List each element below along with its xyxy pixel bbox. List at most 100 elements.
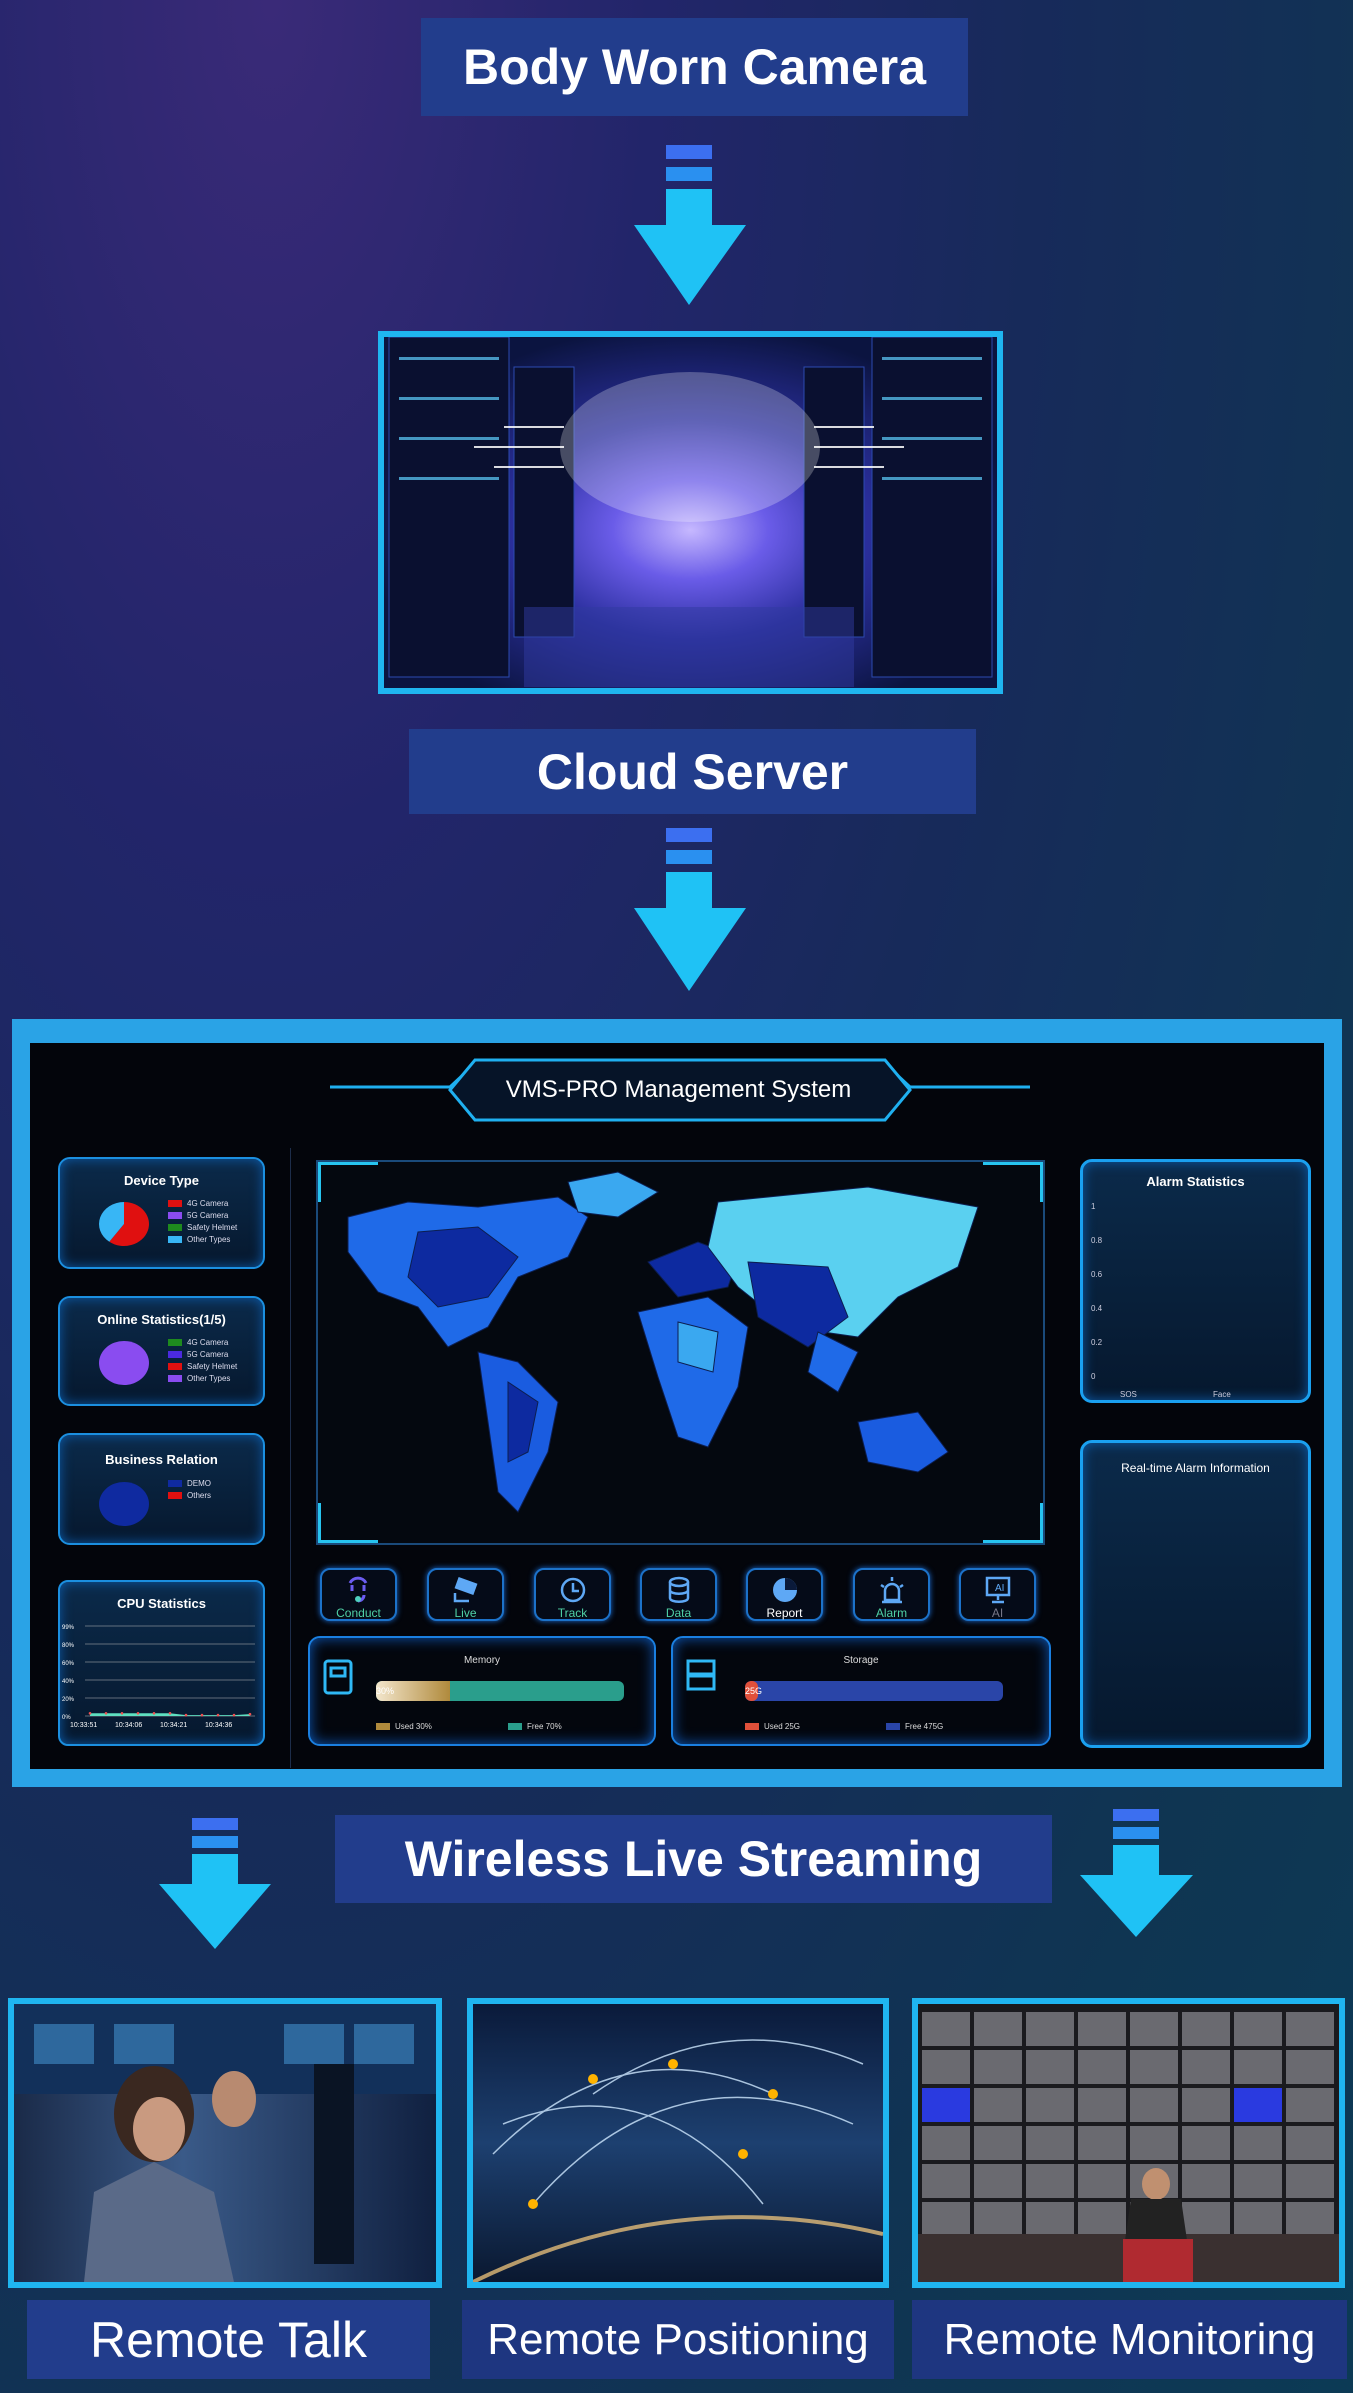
legend-swatch <box>168 1374 182 1382</box>
monitor-screen <box>922 2012 970 2046</box>
free-swatch <box>508 1723 522 1730</box>
online-statistics-panel: Online Statistics(1/5) 4G Camera 5G Camer… <box>58 1296 265 1406</box>
remote-talk-image <box>8 1998 442 2288</box>
y-tick: 0.4 <box>1091 1304 1103 1313</box>
monitor-screen <box>1026 2088 1074 2122</box>
cpu-point <box>104 1711 108 1715</box>
nav-button-data[interactable]: Data <box>640 1568 717 1621</box>
memory-free-label: Free 70% <box>527 1722 562 1731</box>
monitor-screen <box>1286 2202 1334 2236</box>
cpu-point <box>88 1711 92 1715</box>
x-tick: 10:34:21 <box>160 1722 187 1729</box>
pie-slice <box>99 1482 149 1526</box>
monitor-screen <box>1234 2088 1282 2122</box>
legend-swatch <box>168 1479 182 1487</box>
nav-button-label: Track <box>557 1606 588 1620</box>
monitor-screen <box>1078 2202 1126 2236</box>
y-tick: 0% <box>62 1715 71 1721</box>
monitor-screen <box>1234 2050 1282 2084</box>
monitor-screen <box>922 2164 970 2198</box>
storage-title: Storage <box>843 1655 879 1666</box>
monitor-screen <box>1182 2164 1230 2198</box>
realtime-alarm-panel: Real-time Alarm Information <box>1080 1440 1311 1748</box>
world-map[interactable] <box>315 1159 1046 1546</box>
arrow-down-icon <box>634 828 746 991</box>
legend-swatch <box>168 1211 182 1219</box>
monitor-screen <box>1182 2202 1230 2236</box>
monitor-screen <box>974 2012 1022 2046</box>
monitor-screen <box>1234 2164 1282 2198</box>
business-relation-panel: Business Relation DEMO Others <box>58 1433 265 1545</box>
nav-button-label: Alarm <box>875 1606 908 1620</box>
camera-icon <box>453 1576 477 1603</box>
nav-button-conduct[interactable]: Conduct <box>320 1568 397 1621</box>
legend-swatch <box>168 1338 182 1346</box>
legend-label: Other Types <box>187 1234 231 1244</box>
legend-swatch <box>168 1199 182 1207</box>
panel-title: Online Statistics(1/5) <box>97 1312 226 1327</box>
legend-label: 5G Camera <box>187 1210 229 1220</box>
storage-progress-bar: 25G <box>745 1681 1003 1701</box>
business-relation-pie <box>99 1482 149 1526</box>
cloud-server-label: Cloud Server <box>409 729 976 814</box>
monitor-screen <box>974 2126 1022 2160</box>
y-tick: 99% <box>62 1625 75 1631</box>
legend-swatch <box>168 1223 182 1231</box>
arrow-down-icon <box>1080 1809 1193 1937</box>
legend-item: 4G Camera <box>168 1197 237 1209</box>
device-type-panel: Device Type 4G Camera 5G Camera Safety Hel… <box>58 1157 265 1269</box>
cpu-point <box>184 1713 188 1717</box>
cloud-server-image <box>378 331 1003 694</box>
nav-button-ai[interactable]: AI AI <box>959 1568 1036 1621</box>
cpu-line-chart: 99% 80% 60% 40% 20% 0%10:33:51 10:34:06 10:34:2… <box>62 1625 255 1729</box>
legend-item: 4G Camera <box>168 1336 237 1348</box>
panel-title: Real-time Alarm Information <box>1121 1461 1270 1475</box>
alarm-statistics-panel: Alarm Statistics 1 0.8 0.6 0.4 0.2 0 SOS Face <box>1080 1159 1311 1403</box>
cpu-point <box>168 1711 172 1715</box>
monitor-screen <box>1130 2126 1178 2160</box>
memory-panel: Memory 30% Used 30% Free 70% <box>308 1636 656 1746</box>
panel-title: Business Relation <box>105 1452 218 1467</box>
memory-used-fill: 30% <box>376 1681 451 1701</box>
monitor-screen <box>1130 2012 1178 2046</box>
monitor-screen <box>1026 2164 1074 2198</box>
monitor-screen <box>974 2050 1022 2084</box>
y-tick: 40% <box>62 1679 75 1685</box>
nav-button-label: Report <box>766 1606 803 1620</box>
nav-button-label: Data <box>665 1606 692 1620</box>
y-tick: 0.6 <box>1091 1270 1103 1279</box>
cpu-point <box>216 1713 220 1717</box>
used-swatch <box>376 1723 390 1730</box>
storage-used-fill: 25G <box>745 1681 762 1701</box>
monitor-screen <box>1286 2012 1334 2046</box>
legend-item: DEMO <box>168 1477 211 1489</box>
nav-button-live[interactable]: Live <box>427 1568 504 1621</box>
monitor-screen <box>1026 2050 1074 2084</box>
nav-button-track[interactable]: Track <box>534 1568 611 1621</box>
monitor-screen <box>922 2050 970 2084</box>
monitor-screen <box>1286 2164 1334 2198</box>
legend-item: Safety Helmet <box>168 1221 237 1233</box>
legend-label: Others <box>187 1490 212 1500</box>
panel-title: Alarm Statistics <box>1146 1174 1245 1189</box>
monitor-screen <box>1078 2088 1126 2122</box>
legend-item: 5G Camera <box>168 1209 237 1221</box>
monitor-screen <box>1078 2164 1126 2198</box>
legend-swatch <box>168 1350 182 1358</box>
nav-button-report[interactable]: Report <box>746 1568 823 1621</box>
monitor-screen <box>922 2088 970 2122</box>
cpu-statistics-panel: CPU Statistics 99% 80% 60% 40% 20% 0% 10:33:51… <box>58 1580 265 1746</box>
body-worn-camera-label: Body Worn Camera <box>421 18 968 116</box>
y-tick: 20% <box>62 1697 75 1703</box>
legend-label: 4G Camera <box>187 1337 229 1347</box>
monitor-screen <box>1026 2012 1074 2046</box>
database-icon <box>668 1576 689 1603</box>
monitor-screen <box>1130 2088 1178 2122</box>
monitor-screen <box>1286 2126 1334 2160</box>
legend-swatch <box>168 1235 182 1243</box>
storage-free-label: Free 475G <box>905 1722 944 1731</box>
monitor-screen <box>1078 2012 1126 2046</box>
legend-label: 5G Camera <box>187 1349 229 1359</box>
dashboard-title: VMS-PRO Management System <box>505 1076 852 1103</box>
nav-button-alarm[interactable]: Alarm <box>853 1568 930 1621</box>
